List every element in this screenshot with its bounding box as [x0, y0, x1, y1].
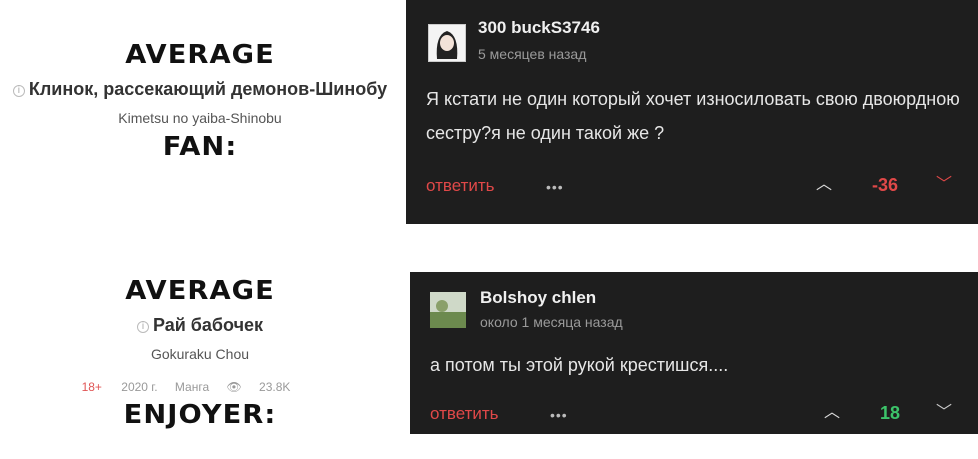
- upvote-chevron-icon[interactable]: ︿: [824, 398, 840, 422]
- comment-score: 18: [880, 403, 901, 423]
- landscape-avatar-icon: [430, 292, 466, 328]
- year-label: 2020 г.: [121, 380, 158, 394]
- manga-subtitle: Gokuraku Chou: [150, 346, 250, 362]
- more-options-icon[interactable]: •••: [550, 407, 568, 423]
- info-icon: i: [12, 85, 25, 97]
- enjoyer-label: ENJOYER:: [123, 400, 277, 430]
- manga-subtitle: Kimetsu no yaiba-Shinobu: [118, 110, 282, 126]
- comment-card: 300 buckS3746 5 месяцев назад Я кстати н…: [406, 0, 978, 224]
- comment-card: Bolshoy chlen около 1 месяца назад а пот…: [410, 272, 978, 434]
- manga-title[interactable]: i Рай бабочек: [0, 314, 400, 336]
- average-label: AVERAGE: [125, 40, 275, 70]
- more-options-icon[interactable]: •••: [546, 179, 564, 195]
- user-avatar[interactable]: [428, 24, 466, 62]
- user-avatar[interactable]: [430, 292, 466, 328]
- anime-avatar-icon: [429, 25, 465, 61]
- bottom-meme-label-block: AVERAGE i Рай бабочек Gokuraku Chou 18+ 2…: [0, 276, 400, 430]
- upvote-chevron-icon[interactable]: ︿: [816, 170, 832, 194]
- reply-button[interactable]: ответить: [426, 176, 495, 196]
- comment-time: 5 месяцев назад: [478, 46, 587, 62]
- comment-score: -36: [872, 175, 899, 195]
- fan-label: FAN:: [162, 132, 238, 162]
- top-meme-label-block: AVERAGE i Клинок, рассекающий демонов-Шин…: [0, 40, 400, 162]
- comment-text: а потом ты этой рукой крестишся....: [430, 355, 729, 375]
- eye-icon: 👁: [226, 380, 242, 394]
- downvote-chevron-icon[interactable]: ﹀: [936, 170, 952, 194]
- age-rating-badge: 18+: [81, 380, 102, 394]
- manga-title[interactable]: i Клинок, рассекающий демонов-Шинобу: [0, 78, 400, 100]
- comment-time: около 1 месяца назад: [480, 314, 623, 330]
- comment-author[interactable]: 300 buckS3746: [478, 18, 600, 38]
- manga-meta-row: 18+ 2020 г. Манга 👁 23.8K: [0, 380, 400, 394]
- downvote-chevron-icon[interactable]: ﹀: [936, 398, 952, 422]
- reply-button[interactable]: ответить: [430, 404, 499, 424]
- average-label: AVERAGE: [125, 276, 275, 306]
- comment-text: Я кстати не один который хочет износилов…: [426, 89, 960, 143]
- views-count: 👁 23.8K: [226, 380, 291, 394]
- type-label: Манга: [174, 380, 210, 394]
- info-icon: i: [136, 321, 149, 333]
- comment-author[interactable]: Bolshoy chlen: [480, 288, 596, 308]
